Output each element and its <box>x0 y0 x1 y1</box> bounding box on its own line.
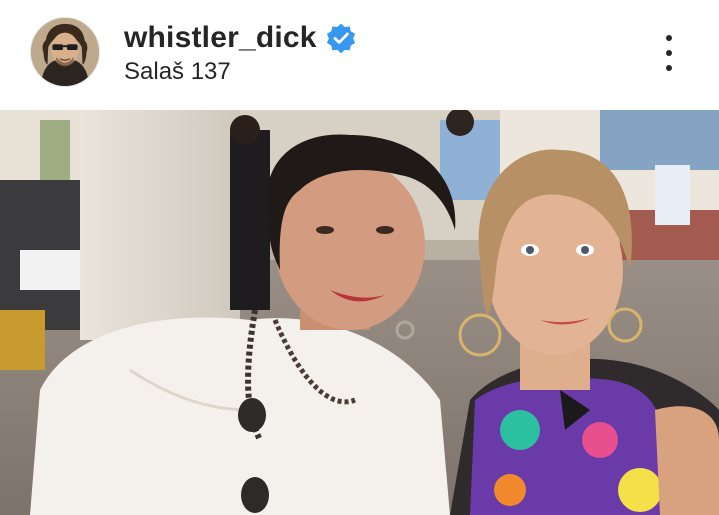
avatar-image <box>31 18 99 86</box>
location-link[interactable]: Salaš 137 <box>124 58 231 86</box>
post-photo[interactable] <box>0 110 719 515</box>
avatar[interactable] <box>30 17 100 87</box>
username-link[interactable]: whistler_dick <box>124 21 317 55</box>
more-options-vertical-icon <box>666 35 672 41</box>
post-header: whistler_dick Salaš 137 <box>0 0 719 110</box>
more-options-button[interactable] <box>652 30 686 76</box>
selfie-photo-image <box>0 110 719 515</box>
verified-badge-icon <box>325 22 357 54</box>
username-row: whistler_dick <box>124 18 357 58</box>
